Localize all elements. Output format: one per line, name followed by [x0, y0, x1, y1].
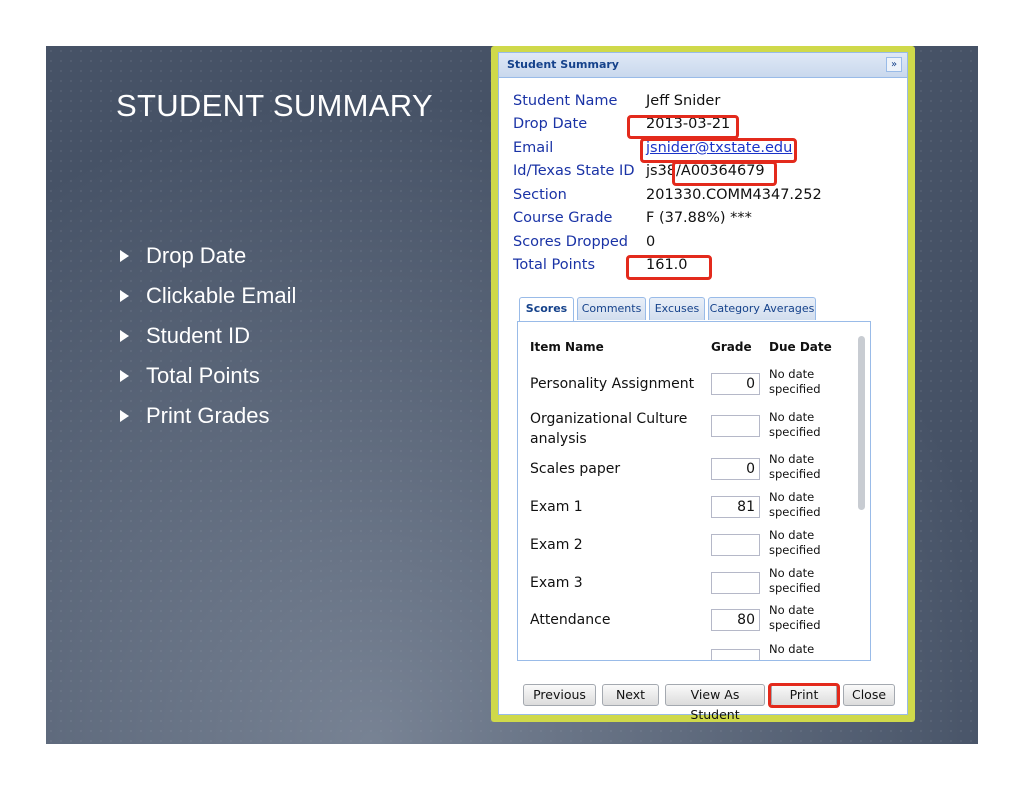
bullet-item: Print Grades	[116, 396, 296, 436]
bullet-item: Total Points	[116, 356, 296, 396]
grid-scrollbar[interactable]	[858, 336, 865, 510]
student-summary-panel: Student Summary » Student Name Jeff Snid…	[498, 52, 908, 722]
column-header-due-date: Due Date	[769, 340, 832, 354]
panel-header: Student Summary »	[499, 53, 907, 78]
view-as-student-button[interactable]: View As Student	[665, 684, 765, 722]
tab-category-averages[interactable]: Category Averages	[708, 297, 816, 320]
drop-date-highlight	[627, 115, 739, 139]
grade-input[interactable]	[711, 415, 760, 437]
grade-input[interactable]: 81	[711, 496, 760, 518]
next-button[interactable]: Next	[602, 684, 659, 706]
grade-input[interactable]	[711, 572, 760, 594]
panel-title: Student Summary	[507, 58, 619, 71]
tab-excuses[interactable]: Excuses	[649, 297, 705, 320]
previous-button[interactable]: Previous	[523, 684, 596, 706]
grade-input[interactable]: 0	[711, 458, 760, 480]
column-header-grade: Grade	[711, 340, 752, 354]
total-points-highlight	[626, 255, 712, 280]
tab-scores[interactable]: Scores	[519, 297, 574, 322]
scores-grid: Item Name Grade Due Date Personality Ass…	[517, 321, 871, 661]
bullet-item: Drop Date	[116, 236, 296, 276]
triangle-bullet-icon	[120, 410, 129, 422]
grade-input[interactable]	[711, 649, 760, 660]
grade-input[interactable]	[711, 534, 760, 556]
bullet-item: Clickable Email	[116, 276, 296, 316]
email-highlight	[640, 138, 797, 163]
column-header-item-name: Item Name	[530, 340, 604, 354]
grade-input[interactable]: 0	[711, 373, 760, 395]
close-button[interactable]: Close	[843, 684, 895, 706]
double-chevron-right-icon[interactable]: »	[886, 57, 902, 72]
bullet-item: Student ID	[116, 316, 296, 356]
triangle-bullet-icon	[120, 370, 129, 382]
bullet-list: Drop Date Clickable Email Student ID Tot…	[116, 236, 296, 436]
print-highlight	[768, 683, 840, 708]
tab-comments[interactable]: Comments	[577, 297, 646, 320]
triangle-bullet-icon	[120, 290, 129, 302]
triangle-bullet-icon	[120, 250, 129, 262]
grade-input[interactable]: 80	[711, 609, 760, 631]
triangle-bullet-icon	[120, 330, 129, 342]
slide-title: STUDENT SUMMARY	[116, 88, 433, 123]
student-id-highlight	[672, 161, 777, 186]
